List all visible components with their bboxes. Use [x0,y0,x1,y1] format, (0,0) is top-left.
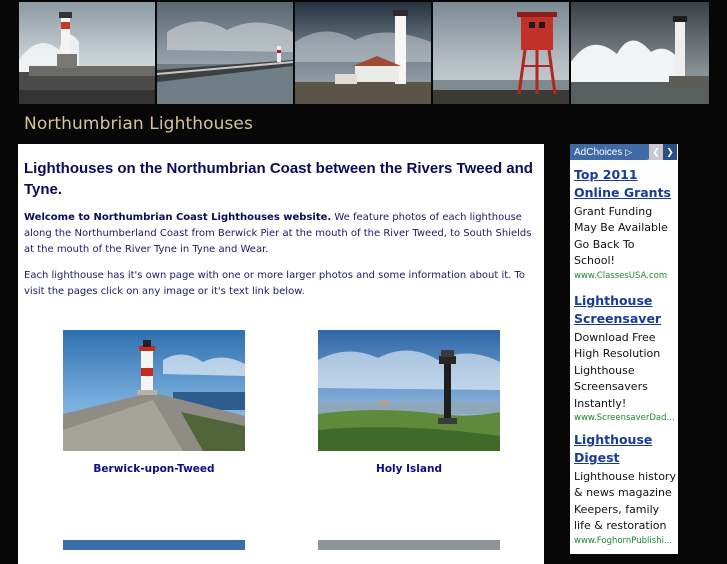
welcome-bold-text: Welcome to Northumbrian Coast Lighthouse… [24,212,332,223]
holy-island-link[interactable]: Holy Island [309,463,509,475]
ad-item[interactable]: Lighthouse Screensaver Download Free High… [574,292,678,423]
berwick-thumbnail[interactable] [63,330,245,451]
intro-paragraph: Each lighthouse has it's own page with o… [24,270,526,297]
page-heading: Lighthouses on the Northumbrian Coast be… [24,160,533,198]
ad-title-line1[interactable]: Top 2011 [574,166,678,184]
ad-title-line2[interactable]: Digest [574,449,678,467]
ad-url[interactable]: www.ClassesUSA.com [574,271,678,281]
holy-island-thumbnail[interactable] [318,330,500,451]
ad-title[interactable]: Lighthouse Digest [574,431,678,467]
ad-item[interactable]: Top 2011 Online Grants Grant Funding May … [574,166,678,281]
ad-title-line2[interactable]: Screensaver [574,310,678,328]
welcome-paragraph: Welcome to Northumbrian Coast Lighthouse… [24,210,540,258]
chevron-left-icon[interactable]: ❮ [649,144,663,160]
ad-choices-label: AdChoices [574,147,623,158]
ad-choices-badge[interactable]: AdChoices ▷ [570,144,654,160]
ad-url[interactable]: www.FoghornPublishi... [574,536,678,546]
ad-item[interactable]: Lighthouse Digest Lighthouse history & ne… [574,431,678,546]
ad-body: Lighthouse history & news magazine Keepe… [574,470,676,533]
ad-choices-icon: ▷ [625,147,633,157]
ad-column: AdChoices ▷ ❮ ❯ Top 2011 Online Grants Gr… [570,144,678,554]
banner-photo-lighthouse-waves [19,2,155,104]
banner-photo-pier [157,2,293,104]
banner-photo-white-lighthouse [295,2,431,104]
next-thumbnail-left[interactable] [63,540,245,550]
header-banner [19,2,709,104]
ad-body: Download Free High Resolution Lighthouse… [574,331,661,410]
ad-body: Grant Funding May Be Available Go Back T… [574,205,668,268]
next-thumbnail-right[interactable] [318,540,500,550]
ad-title[interactable]: Top 2011 Online Grants [574,166,678,202]
ad-title-line1[interactable]: Lighthouse [574,431,678,449]
chevron-right-icon[interactable]: ❯ [663,144,677,160]
site-title-bar: Northumbrian Lighthouses [19,108,709,138]
berwick-link[interactable]: Berwick-upon-Tweed [54,463,254,475]
main-content: Lighthouses on the Northumbrian Coast be… [18,144,544,564]
banner-photo-red-lighthouse [433,2,569,104]
banner-photo-storm-lighthouse [571,2,709,104]
ad-title-line1[interactable]: Lighthouse [574,292,678,310]
ad-title-line2[interactable]: Online Grants [574,184,678,202]
ad-url[interactable]: www.ScreensaverDad... [574,413,678,423]
ad-title[interactable]: Lighthouse Screensaver [574,292,678,328]
site-title: Northumbrian Lighthouses [24,114,253,134]
